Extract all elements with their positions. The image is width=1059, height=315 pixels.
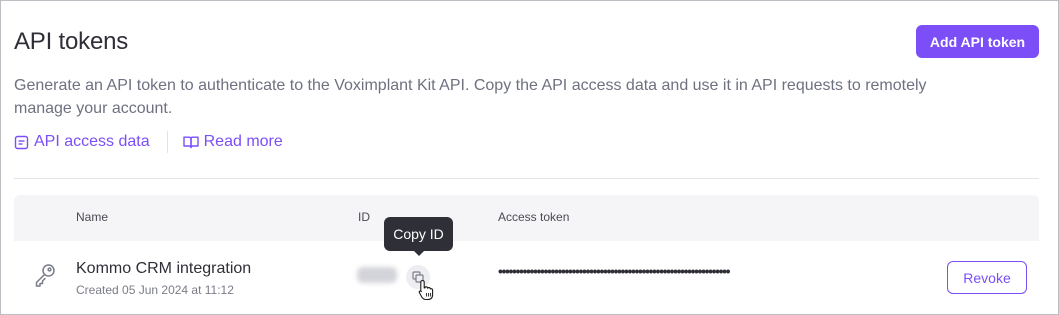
api-access-data-label: API access data [34,133,150,150]
document-icon [14,135,34,150]
add-api-token-button[interactable]: Add API token [916,25,1039,58]
table-row: Kommo CRM integration Created 05 Jun 202… [14,241,1039,315]
column-header-name: Name [76,210,109,224]
access-token-masked: ••••••••••••••••••••••••••••••••••••••••… [498,263,730,279]
token-created-date: Created 05 Jun 2024 at 11:12 [76,283,234,297]
key-icon [34,263,56,294]
column-header-access-token: Access token [498,210,570,224]
table-header: Name ID Access token [14,195,1039,241]
links-bar: API access data Read more [14,131,283,153]
api-tokens-panel: API tokens Add API token Generate an API… [0,0,1059,315]
section-divider [14,178,1039,179]
page-title: API tokens [14,28,129,55]
page-description: Generate an API token to authenticate to… [14,77,927,117]
read-more-link[interactable]: Read more [182,133,283,151]
hand-pointer-icon [418,279,434,306]
token-id-blurred [357,267,397,283]
read-more-label: Read more [203,133,283,150]
copy-id-tooltip: Copy ID [384,217,453,256]
links-separator [166,131,168,153]
api-access-data-link[interactable]: API access data [14,133,150,151]
column-header-id: ID [358,210,370,224]
book-icon [182,135,204,149]
revoke-button[interactable]: Revoke [947,261,1027,294]
token-name: Kommo CRM integration [76,260,252,277]
